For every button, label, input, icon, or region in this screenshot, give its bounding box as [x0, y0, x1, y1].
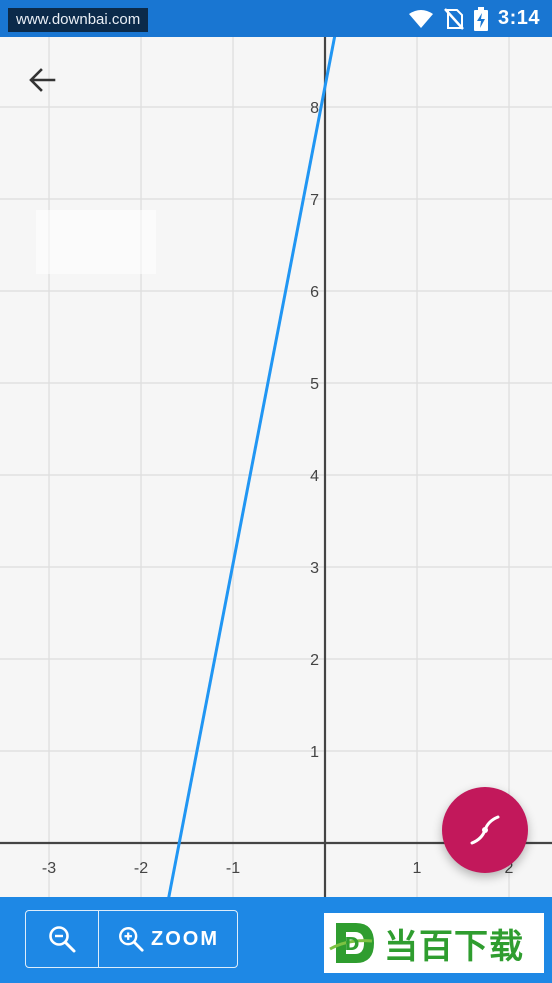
- y-tick-label: 3: [310, 560, 319, 577]
- plot-fab-button[interactable]: [442, 787, 528, 873]
- graph-plot[interactable]: -3 -2 -1 1 212345678: [0, 37, 552, 897]
- zoom-out-icon: [49, 926, 76, 953]
- x-tick-label: 1: [413, 860, 422, 877]
- back-button[interactable]: [22, 60, 62, 100]
- brand-logo-icon: D: [329, 923, 374, 963]
- function-curve: [167, 37, 337, 897]
- y-tick-label: 8: [310, 100, 319, 117]
- curve-plot-icon: [470, 815, 500, 845]
- zoom-in-button[interactable]: ZOOM: [99, 911, 237, 967]
- graph-canvas[interactable]: -3 -2 -1 1 2 1 2 3 4 5 6 7 8: [0, 37, 552, 897]
- y-tick-label: 1: [310, 744, 319, 761]
- status-icons: 3:14: [408, 0, 540, 37]
- zoom-out-button[interactable]: [26, 911, 99, 967]
- watermark-url: www.downbai.com: [8, 8, 149, 32]
- function-line: [167, 37, 337, 897]
- x-tick-label: -2: [134, 860, 148, 877]
- y-tick-label: 4: [310, 468, 319, 485]
- brand-letter: D: [345, 934, 360, 955]
- grid-lines: [0, 37, 552, 897]
- brand-watermark: D 当百下载: [324, 913, 544, 973]
- zoom-label: ZOOM: [151, 927, 219, 950]
- zoom-in-icon: [119, 927, 144, 952]
- bottom-bar: ZOOM D 当百下载: [0, 897, 552, 983]
- faint-overlay-panel: [36, 210, 156, 274]
- brand-text: 当百下载: [384, 926, 524, 967]
- y-tick-label: 6: [310, 284, 319, 301]
- no-sim-icon: [444, 7, 464, 30]
- x-tick-label: -1: [226, 860, 240, 877]
- zoom-controls: ZOOM: [25, 910, 238, 968]
- y-tick-label: 5: [310, 376, 319, 393]
- y-tick-label: 7: [310, 192, 319, 209]
- status-time: 3:14: [497, 7, 540, 29]
- y-tick-label: 2: [310, 652, 319, 669]
- status-bar: www.downbai.com 3:14: [0, 0, 552, 37]
- battery-charging-icon: [473, 6, 488, 31]
- axes: [0, 37, 552, 897]
- arrow-back-icon: [29, 68, 56, 92]
- wifi-icon: [408, 9, 434, 29]
- x-tick-label: -3: [42, 860, 56, 877]
